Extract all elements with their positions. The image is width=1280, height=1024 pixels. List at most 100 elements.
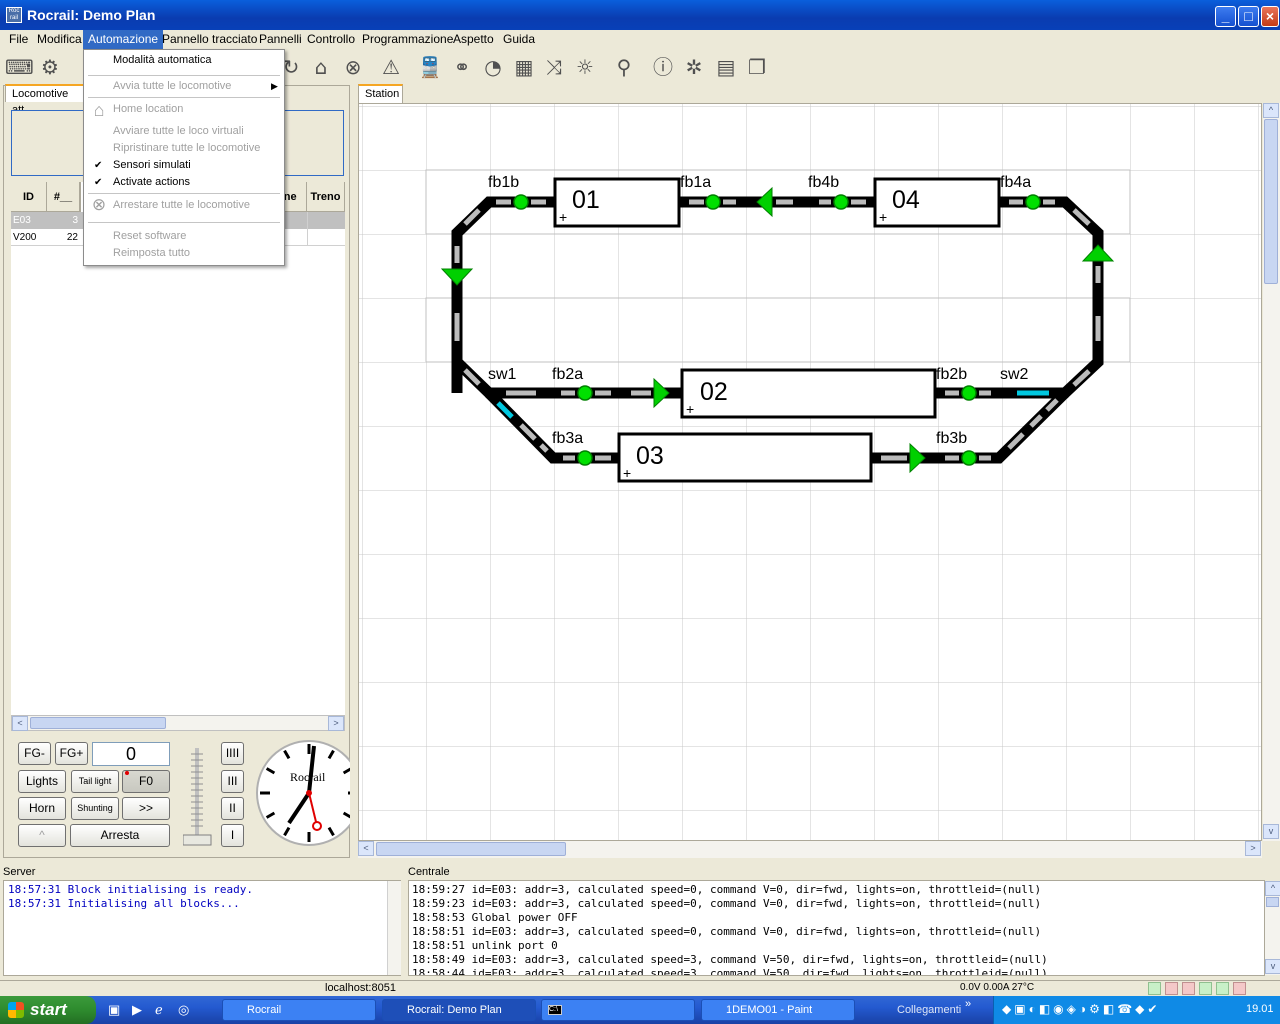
console-icon: C:\ — [548, 1005, 562, 1015]
menu-file[interactable]: File — [4, 30, 33, 49]
minimize-button[interactable]: _ — [1215, 6, 1236, 27]
menu-pannello-tracciato[interactable]: Pannello tracciato — [157, 30, 262, 49]
menu-aspetto[interactable]: Aspetto — [448, 30, 499, 49]
centrale-log[interactable]: 18:59:27 id=E03: addr=3, calculated spee… — [408, 880, 1265, 976]
info-icon[interactable]: ⓘ — [650, 54, 676, 80]
fg-plus-button[interactable]: FG+ — [55, 742, 88, 765]
scroll-right-icon[interactable]: > — [1245, 841, 1261, 856]
menu-item-avvia-tutte[interactable]: Avvia tutte le locomotive — [113, 80, 231, 92]
search-icon[interactable]: ⚲ — [611, 54, 637, 80]
task-rocrail-folder[interactable]: Rocrail — [222, 999, 376, 1021]
shunting-button[interactable]: Shunting — [71, 797, 119, 820]
scroll-right-icon[interactable]: > — [328, 716, 344, 731]
menu-item-avviare-loco-virtuali[interactable]: Avviare tutte le loco virtuali — [113, 125, 244, 137]
centrale-log-scrollbar[interactable]: ^ v — [1265, 881, 1280, 975]
tray-icons[interactable]: ◆▣◐◧◉◈◑⚙◧☎◆✔ — [1002, 1002, 1160, 1016]
scroll-thumb[interactable] — [376, 842, 566, 856]
links-toolbar[interactable]: Collegamenti — [897, 1004, 961, 1016]
scroll-down-icon[interactable]: v — [1263, 824, 1279, 839]
scroll-left-icon[interactable]: < — [358, 841, 374, 856]
step-2-button[interactable]: II — [221, 797, 244, 820]
menu-item-modalita-automatica[interactable]: Modalità automatica — [113, 54, 211, 66]
menu-guida[interactable]: Guida — [498, 30, 540, 49]
locomotive-icon[interactable]: 🚆 — [417, 54, 443, 80]
direction-button[interactable]: ^ — [18, 824, 66, 847]
bug-icon[interactable]: ✲ — [681, 54, 707, 80]
status-bar: localhost:8051 0.0V 0.00A 27°C — [0, 980, 1280, 996]
table-cell-num[interactable]: 3 — [47, 212, 80, 229]
col-header-treno[interactable]: Treno — [307, 182, 345, 212]
server-log-scrollbar[interactable] — [387, 881, 401, 975]
table-cell-id[interactable]: E03 — [11, 212, 47, 229]
scroll-down-icon[interactable]: v — [1265, 959, 1280, 974]
menu-item-arrestare[interactable]: Arrestare tutte le locomotive — [113, 199, 250, 211]
light-icon[interactable]: ☼ — [572, 54, 598, 80]
scroll-thumb[interactable] — [1266, 897, 1279, 907]
task-paint[interactable]: 1DEMO01 - Paint — [701, 999, 855, 1021]
ie-icon[interactable]: ℯ — [155, 1002, 171, 1018]
cancel-circle-icon[interactable]: ⊗ — [340, 54, 366, 80]
horn-button[interactable]: Horn — [18, 797, 66, 820]
menu-item-ripristinare[interactable]: Ripristinare tutte le locomotive — [113, 142, 260, 154]
scroll-thumb[interactable] — [30, 717, 166, 729]
menu-item-sensori-simulati[interactable]: Sensori simulati — [113, 159, 191, 171]
task-console[interactable] — [541, 999, 695, 1021]
links-chevron-icon[interactable]: » — [965, 998, 971, 1010]
menu-pannelli[interactable]: Pannelli — [254, 30, 307, 49]
step-1-button[interactable]: I — [221, 824, 244, 847]
menu-automazione[interactable]: Automazione — [83, 30, 164, 49]
document-icon[interactable]: ▤ — [713, 54, 739, 80]
menu-item-home-location[interactable]: Home location — [113, 103, 183, 115]
switch-icon[interactable]: ⚭ — [449, 54, 475, 80]
arresta-button[interactable]: Arresta — [70, 824, 170, 847]
warning-icon[interactable]: ⚠ — [378, 54, 404, 80]
more-button[interactable]: >> — [122, 797, 170, 820]
lights-button[interactable]: Lights — [18, 770, 66, 793]
menu-item-activate-actions[interactable]: Activate actions — [113, 176, 190, 188]
settings-icon[interactable]: ⚙ — [37, 54, 63, 80]
track-plan-canvas[interactable]: + + + + — [359, 104, 1262, 841]
routes-icon[interactable]: ▦ — [511, 54, 537, 80]
tab-station[interactable]: Station — [358, 84, 403, 103]
menu-programmazione[interactable]: Programmazione — [357, 30, 458, 49]
media-player-icon[interactable]: ▶ — [132, 1002, 148, 1018]
menu-controllo[interactable]: Controllo — [302, 30, 360, 49]
task-rocrail-demo-plan[interactable]: Rocrail: Demo Plan — [382, 999, 536, 1021]
tail-light-button[interactable]: Tail light — [71, 770, 119, 793]
col-header-num[interactable]: #__ — [47, 182, 80, 212]
title-bar[interactable]: Roc rail Rocrail: Demo Plan _ □ × — [0, 0, 1280, 30]
shuffle-icon[interactable]: ⤨ — [541, 54, 567, 80]
submenu-arrow-icon: ▶ — [271, 81, 278, 91]
pages-icon[interactable]: ❐ — [744, 54, 770, 80]
scroll-thumb[interactable] — [1264, 119, 1278, 284]
tab-locomotive[interactable]: Locomotive att — [5, 84, 85, 116]
block-label-03[interactable]: 03 — [636, 442, 664, 471]
desktop-icon[interactable]: ▣ — [108, 1002, 124, 1018]
col-header-id[interactable]: ID — [11, 182, 47, 212]
maximize-button[interactable]: □ — [1238, 6, 1259, 27]
menu-item-reset-software[interactable]: Reset software — [113, 230, 186, 242]
f0-button[interactable]: F0 — [122, 770, 170, 793]
close-button[interactable]: × — [1261, 6, 1279, 27]
scroll-up-icon[interactable]: ^ — [1265, 881, 1280, 896]
connect-icon[interactable]: ⌨ — [5, 54, 34, 80]
track-plan[interactable]: + + + + 01 04 02 03 fb1b fb1a fb4b fb4a sw1… — [358, 103, 1262, 841]
chrome-icon[interactable]: ◎ — [178, 1002, 194, 1018]
menu-modifica[interactable]: Modifica — [32, 30, 87, 49]
menu-item-reimposta-tutto[interactable]: Reimposta tutto — [113, 247, 190, 259]
plan-vertical-scrollbar[interactable]: ^ v — [1263, 103, 1280, 841]
table-horizontal-scrollbar[interactable]: < > — [11, 715, 345, 731]
scroll-up-icon[interactable]: ^ — [1263, 103, 1279, 118]
scroll-left-icon[interactable]: < — [12, 716, 28, 731]
block-label-02[interactable]: 02 — [700, 378, 728, 407]
fg-minus-button[interactable]: FG- — [18, 742, 51, 765]
home-icon[interactable]: ⌂ — [308, 54, 334, 80]
server-log[interactable]: 18:57:31 Block initialising is ready. 18… — [3, 880, 401, 976]
plan-horizontal-scrollbar[interactable]: < > — [358, 841, 1262, 858]
step-4-button[interactable]: IIII — [221, 742, 244, 765]
speedometer-icon[interactable]: ◔ — [480, 54, 506, 80]
block-label-04[interactable]: 04 — [892, 186, 920, 215]
speed-slider[interactable] — [183, 746, 213, 846]
step-3-button[interactable]: III — [221, 770, 244, 793]
block-label-01[interactable]: 01 — [572, 186, 600, 215]
